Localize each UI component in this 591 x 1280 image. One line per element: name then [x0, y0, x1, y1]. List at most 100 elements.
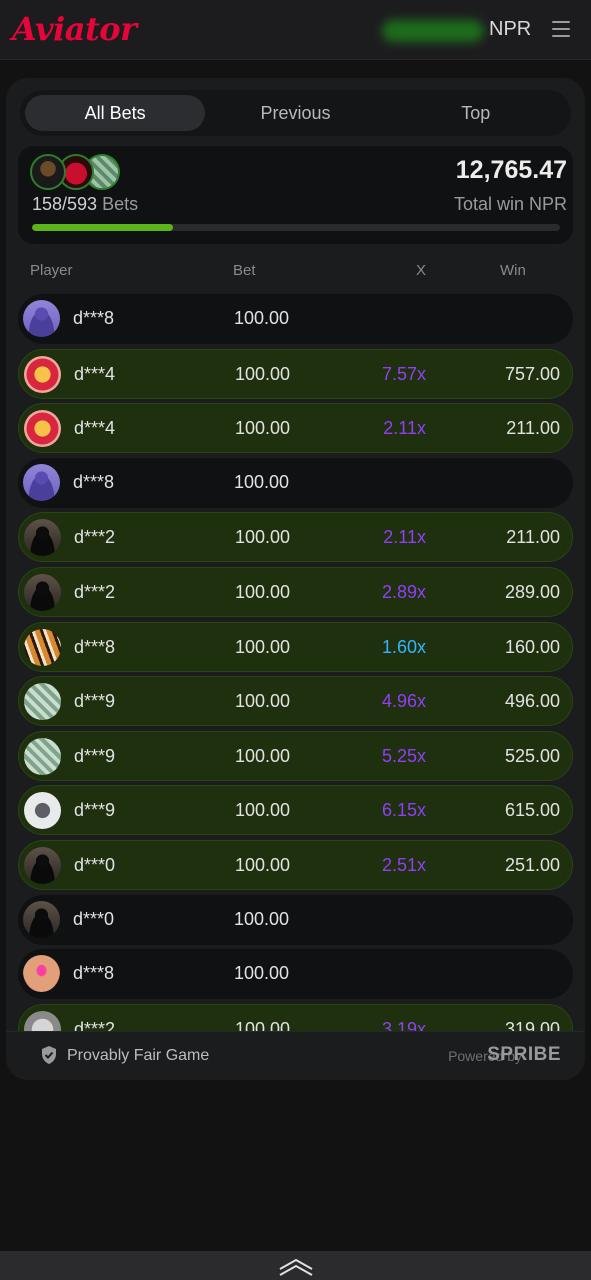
player-name: d***2: [74, 527, 116, 548]
bet-amount: 100.00: [235, 1018, 291, 1031]
avatar: [30, 154, 66, 190]
player-name: d***2: [74, 1018, 116, 1031]
win-amount: 496.00: [504, 691, 560, 712]
player-avatar: [24, 574, 61, 611]
player-avatar: [23, 955, 60, 993]
cashout-multiplier: 1.60x: [381, 636, 426, 657]
win-amount: 757.00: [504, 363, 560, 384]
cashout-multiplier: 2.11x: [383, 418, 426, 439]
bet-amount: 100.00: [235, 636, 291, 657]
win-amount: 319.00: [504, 1018, 560, 1031]
bet-row: d***8 100.00: [18, 949, 573, 1000]
bet-amount: 100.00: [234, 471, 290, 492]
bet-amount: 100.00: [234, 963, 290, 984]
bet-row: d***2 100.00 2.89x 289.00: [18, 567, 573, 617]
cashout-multiplier: 5.25x: [381, 745, 426, 766]
currency-label: NPR: [489, 18, 532, 40]
cashout-multiplier: 2.89x: [381, 582, 426, 602]
bet-amount: 100.00: [235, 582, 291, 602]
column-header-bet: Bet: [233, 262, 256, 279]
provably-fair-link[interactable]: Provably Fair Game: [67, 1047, 209, 1065]
player-name: d***8: [73, 308, 115, 328]
player-avatar: [24, 792, 61, 830]
spribe-logo: SPRIBE: [487, 1044, 561, 1065]
bet-amount: 100.00: [235, 800, 291, 821]
bet-amount: 100.00: [235, 418, 291, 439]
player-name: d***9: [74, 691, 116, 712]
top-players-avatars: [30, 154, 130, 190]
column-header-player: Player: [30, 262, 73, 279]
bet-row: d***8 100.00: [18, 294, 573, 344]
bets-progress-bar: [32, 224, 560, 231]
player-avatar: [24, 847, 61, 884]
top-bar: Aviator NPR: [0, 0, 591, 60]
player-name: d***0: [73, 908, 115, 929]
win-amount: 251.00: [504, 855, 560, 875]
bets-count: 158/593 Bets: [32, 194, 138, 215]
player-avatar: [24, 519, 61, 557]
cashout-multiplier: 3.19x: [381, 1018, 426, 1031]
player-avatar: [24, 737, 61, 775]
bet-row: d***0 100.00: [18, 894, 573, 945]
win-amount: 160.00: [504, 636, 560, 657]
bets-progress-fill: [32, 224, 173, 231]
player-avatar: [23, 300, 60, 337]
win-amount: 289.00: [504, 582, 560, 602]
bet-amount: 100.00: [235, 855, 291, 875]
cashout-multiplier: 6.15x: [381, 800, 426, 821]
cashout-multiplier: 7.57x: [381, 363, 426, 384]
bets-summary: 158/593 Bets 12,765.47 Total win NPR: [18, 146, 573, 244]
bet-amount: 100.00: [235, 745, 291, 766]
tab-previous[interactable]: Previous: [205, 95, 385, 131]
column-header-win: Win: [500, 262, 526, 279]
player-avatar: [24, 628, 61, 666]
bet-row: d***4 100.00 2.11x 211.00: [18, 403, 573, 454]
bet-row: d***8 100.00 1.60x 160.00: [18, 621, 573, 672]
player-name: d***8: [74, 636, 116, 657]
bet-row: d***2 100.00 2.11x 211.00: [18, 512, 573, 563]
bet-amount: 100.00: [235, 691, 291, 712]
cashout-multiplier: 2.51x: [381, 855, 426, 875]
win-amount: 615.00: [504, 800, 560, 821]
chevron-up-icon[interactable]: [276, 1257, 316, 1277]
tab-all-bets[interactable]: All Bets: [25, 95, 206, 131]
player-avatar: [24, 355, 61, 393]
bets-list[interactable]: d***8 100.00 d***4 100.00 7.57x 757.00 d***4 10…: [18, 294, 573, 1031]
bets-tabs: All Bets Previous Top: [20, 90, 571, 136]
hamburger-menu-icon[interactable]: [552, 21, 570, 37]
win-amount: 211.00: [506, 527, 560, 548]
player-name: d***4: [74, 418, 116, 439]
tab-top[interactable]: Top: [386, 95, 566, 131]
panel-footer: Provably Fair Game Powered by SPRIBE: [6, 1031, 585, 1080]
bets-count-value: 158/593: [32, 194, 98, 214]
bet-amount: 100.00: [234, 308, 290, 328]
column-header-multiplier: X: [416, 262, 427, 279]
bets-panel: All Bets Previous Top 158/593 Bets 12,76…: [6, 78, 585, 1080]
bet-row: d***8 100.00: [18, 457, 573, 508]
aviator-logo[interactable]: Aviator: [12, 10, 137, 48]
balance-amount-blurred: [382, 20, 484, 42]
cashout-multiplier: 2.11x: [383, 527, 426, 548]
player-name: d***9: [74, 800, 116, 821]
bet-row: d***9 100.00 6.15x 615.00: [18, 785, 573, 836]
bet-amount: 100.00: [235, 527, 291, 548]
player-avatar: [23, 900, 60, 938]
player-name: d***9: [74, 745, 116, 766]
total-win-label: Total win NPR: [453, 194, 567, 214]
win-amount: 211.00: [506, 418, 560, 439]
bet-row: d***9 100.00 5.25x 525.00: [18, 730, 573, 781]
player-name: d***0: [74, 855, 116, 875]
bet-row: d***4 100.00 7.57x 757.00: [18, 348, 573, 399]
bet-amount: 100.00: [235, 363, 291, 384]
player-name: d***8: [73, 963, 115, 984]
bets-count-label: Bets: [102, 194, 139, 214]
cashout-multiplier: 4.96x: [381, 691, 426, 712]
bet-row: d***9 100.00 4.96x 496.00: [18, 676, 573, 727]
total-win-amount: 12,765.47: [455, 156, 567, 184]
win-amount: 525.00: [504, 745, 560, 766]
bottom-bar: [0, 1251, 591, 1280]
player-avatar: [23, 463, 60, 501]
player-name: d***4: [74, 363, 116, 384]
player-avatar: [24, 1010, 61, 1031]
player-avatar: [24, 410, 61, 448]
